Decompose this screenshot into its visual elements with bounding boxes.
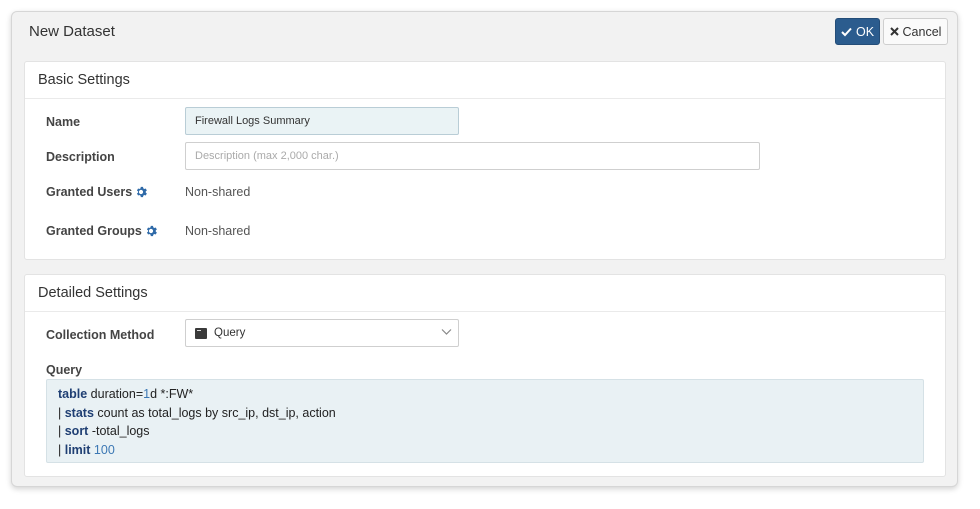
detailed-settings-title: Detailed Settings: [25, 275, 945, 312]
chevron-down-icon: [441, 329, 452, 335]
collection-method-select[interactable]: Query: [185, 319, 459, 347]
cancel-button[interactable]: Cancel: [883, 18, 948, 45]
gear-icon[interactable]: [135, 186, 148, 198]
dialog-title: New Dataset: [29, 23, 115, 40]
ok-button[interactable]: OK: [835, 18, 880, 45]
query-number: 100: [93, 442, 115, 457]
collection-method-label: Collection Method: [46, 328, 155, 342]
query-editor[interactable]: table duration=1d *:FW* | stats count as…: [46, 379, 924, 463]
detailed-settings-panel: Detailed Settings Collection Method Quer…: [24, 274, 946, 477]
terminal-icon: [195, 327, 207, 339]
basic-settings-title: Basic Settings: [25, 62, 945, 99]
gear-icon[interactable]: [145, 225, 157, 237]
granted-users-row-label: Granted Users: [46, 185, 148, 199]
query-line: | sort -total_logs: [58, 424, 150, 438]
query-label: Query: [46, 363, 83, 377]
granted-users-label: Granted Users: [46, 185, 133, 199]
query-keyword: table: [58, 387, 88, 401]
collection-method-value: Query: [214, 327, 246, 339]
basic-settings-panel: Basic Settings Name Description Granted …: [24, 61, 946, 260]
name-input[interactable]: [185, 107, 459, 135]
description-input[interactable]: [185, 142, 760, 170]
description-label: Description: [46, 150, 115, 164]
new-dataset-dialog: New Dataset OK Cancel Basic Settings Nam…: [11, 11, 958, 487]
granted-groups-label: Granted Groups: [46, 224, 142, 238]
name-label: Name: [46, 115, 81, 129]
close-icon: [889, 27, 899, 36]
query-keyword: sort: [64, 424, 89, 438]
query-keyword: limit: [64, 442, 91, 457]
check-icon: [841, 27, 852, 36]
ok-button-label: OK: [855, 24, 875, 39]
granted-groups-value: Non-shared: [185, 224, 251, 238]
query-line: table duration=1d *:FW*: [58, 387, 194, 401]
cancel-button-label: Cancel: [902, 24, 942, 39]
query-keyword: stats: [64, 405, 94, 420]
query-line: | stats count as total_logs by src_ip, d…: [58, 405, 336, 420]
granted-users-value: Non-shared: [185, 185, 251, 199]
granted-groups-row-label: Granted Groups: [46, 224, 157, 238]
query-line: | limit 100: [58, 442, 115, 457]
